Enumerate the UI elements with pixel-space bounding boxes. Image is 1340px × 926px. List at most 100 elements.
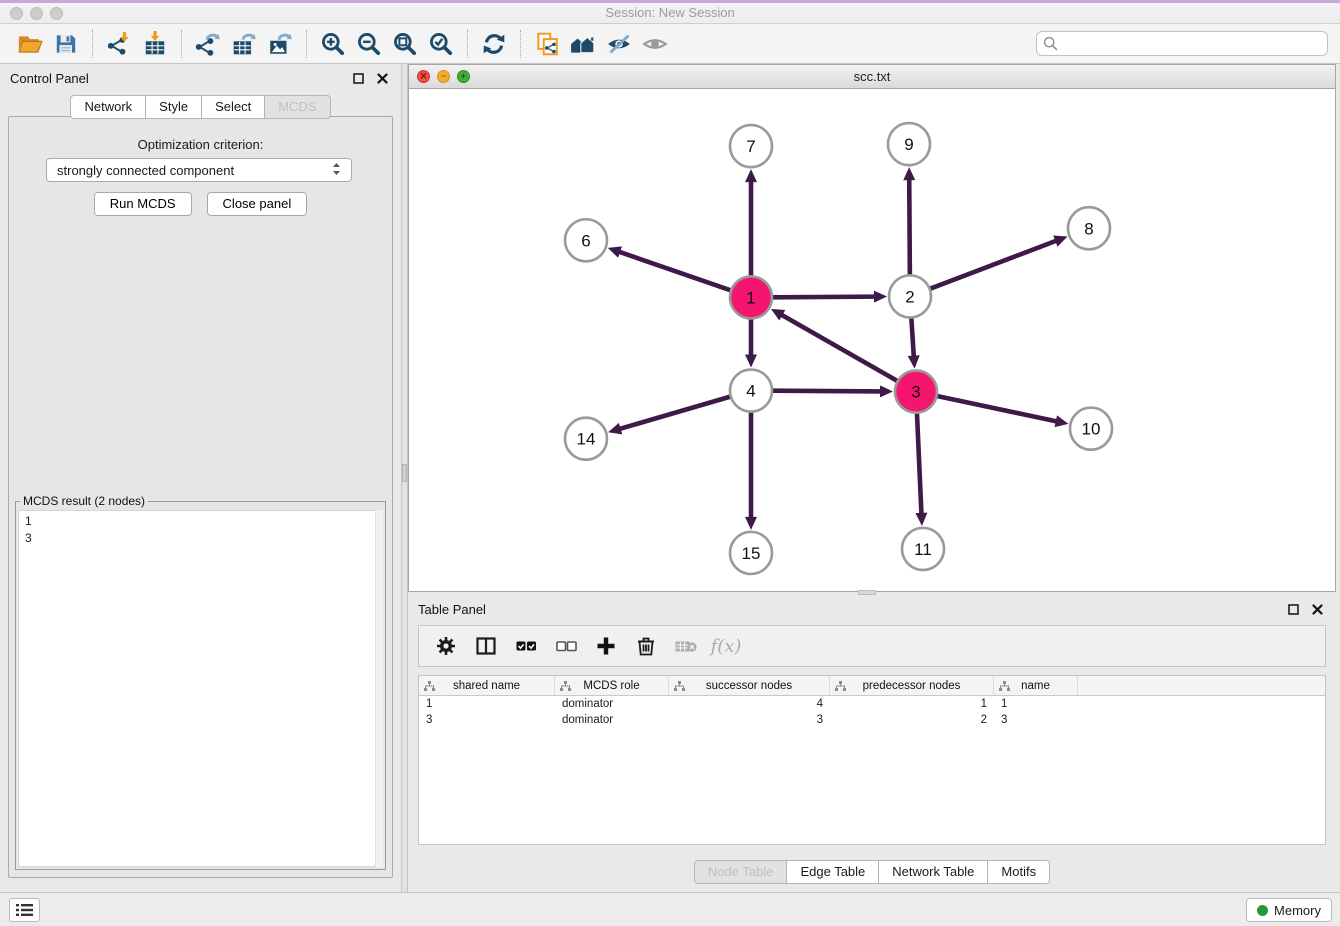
table-row[interactable]: 1dominator411 — [419, 696, 1325, 712]
graph-node-11[interactable]: 11 — [902, 528, 944, 570]
vertical-splitter[interactable] — [401, 64, 408, 892]
edge-2-8[interactable] — [931, 240, 1058, 288]
graph-node-15[interactable]: 15 — [730, 532, 772, 574]
close-panel-button[interactable]: Close panel — [207, 192, 308, 216]
export-image-button[interactable] — [264, 28, 296, 60]
zoom-in-button[interactable] — [317, 28, 349, 60]
table-cell[interactable]: 3 — [994, 714, 1078, 726]
mcds-result-title: MCDS result (2 nodes) — [20, 494, 148, 508]
tab-edge-table[interactable]: Edge Table — [786, 860, 879, 884]
svg-text:3: 3 — [911, 383, 920, 402]
graph-node-8[interactable]: 8 — [1068, 207, 1110, 249]
save-session-button[interactable] — [50, 28, 82, 60]
column-header-name[interactable]: name — [994, 676, 1078, 695]
memory-button[interactable]: Memory — [1246, 898, 1332, 922]
table-row[interactable]: 3dominator323 — [419, 712, 1325, 728]
export-network-button[interactable] — [192, 28, 224, 60]
control-panel-header: Control Panel — [0, 64, 401, 92]
graph-node-2[interactable]: 2 — [889, 275, 931, 317]
toolbar-separator — [92, 30, 93, 58]
edge-1-2[interactable] — [773, 297, 876, 298]
graph-node-6[interactable]: 6 — [565, 219, 607, 261]
splitter-grip[interactable] — [402, 464, 407, 482]
tab-select[interactable]: Select — [201, 95, 265, 119]
control-panel: Control Panel NetworkStyleSelectMCDS Opt… — [0, 64, 401, 892]
edge-arrow-3-10 — [1055, 415, 1069, 427]
edge-2-3[interactable] — [911, 318, 913, 357]
zoom-fit-button[interactable] — [389, 28, 421, 60]
edge-3-10[interactable] — [938, 396, 1058, 421]
close-panel-icon[interactable] — [1308, 601, 1326, 617]
select-all-button[interactable] — [511, 631, 541, 661]
table-cell[interactable]: dominator — [555, 714, 669, 726]
graph-node-9[interactable]: 9 — [888, 123, 930, 165]
refresh-button[interactable] — [478, 28, 510, 60]
show-all-button[interactable] — [639, 28, 671, 60]
network-graph[interactable]: 7 9 6 8 1 2 4 3 14 10 15 11 — [409, 89, 1335, 591]
new-network-from-selection-button[interactable] — [531, 28, 563, 60]
edge-arrow-4-3 — [880, 385, 893, 397]
delete-row-button[interactable] — [631, 631, 661, 661]
tab-node-table[interactable]: Node Table — [694, 860, 788, 884]
graph-node-3[interactable]: 3 — [895, 371, 937, 413]
edge-3-1[interactable] — [781, 314, 897, 380]
search-input[interactable] — [1036, 31, 1328, 56]
zoom-selected-button[interactable] — [425, 28, 457, 60]
table-cell[interactable]: 4 — [669, 698, 830, 710]
tab-mcds[interactable]: MCDS — [264, 95, 330, 119]
maximize-network-button[interactable]: + — [457, 70, 470, 83]
table-cell[interactable]: dominator — [555, 698, 669, 710]
close-network-button[interactable]: ✕ — [417, 70, 430, 83]
export-table-button[interactable] — [228, 28, 260, 60]
tab-network[interactable]: Network — [70, 95, 146, 119]
first-neighbors-button[interactable] — [567, 28, 599, 60]
settings-button[interactable] — [431, 631, 461, 661]
graph-node-14[interactable]: 14 — [565, 418, 607, 460]
import-network-button[interactable] — [103, 28, 135, 60]
table-cell[interactable]: 2 — [830, 714, 994, 726]
edge-4-14[interactable] — [619, 397, 730, 429]
network-window-titlebar[interactable]: ✕ − + scc.txt — [408, 64, 1336, 89]
node-table[interactable]: shared nameMCDS rolesuccessor nodesprede… — [418, 675, 1326, 845]
column-header-shared-name[interactable]: shared name — [419, 676, 555, 695]
close-panel-icon[interactable] — [373, 70, 391, 86]
edge-2-9[interactable] — [909, 178, 910, 274]
open-file-button[interactable] — [14, 28, 46, 60]
mcds-result-list[interactable]: 1 3 — [18, 510, 383, 867]
table-cell[interactable]: 1 — [830, 698, 994, 710]
add-row-button[interactable] — [591, 631, 621, 661]
column-header-predecessor-nodes[interactable]: predecessor nodes — [830, 676, 994, 695]
float-panel-icon[interactable] — [349, 70, 367, 86]
tab-network-table[interactable]: Network Table — [878, 860, 988, 884]
import-table-button[interactable] — [139, 28, 171, 60]
graph-node-10[interactable]: 10 — [1070, 408, 1112, 450]
graph-node-1[interactable]: 1 — [730, 276, 772, 318]
network-canvas[interactable]: 7 9 6 8 1 2 4 3 14 10 15 11 — [408, 89, 1336, 592]
tab-style[interactable]: Style — [145, 95, 202, 119]
edge-1-6[interactable] — [618, 251, 730, 290]
column-header-MCDS-role[interactable]: MCDS role — [555, 676, 669, 695]
deselect-all-button[interactable] — [551, 631, 581, 661]
minimize-network-button[interactable]: − — [437, 70, 450, 83]
column-header-successor-nodes[interactable]: successor nodes — [669, 676, 830, 695]
column-type-icon — [424, 681, 435, 692]
result-scrollbar[interactable] — [375, 510, 383, 867]
table-cell[interactable]: 3 — [669, 714, 830, 726]
table-header-row: shared nameMCDS rolesuccessor nodesprede… — [419, 676, 1325, 696]
optimization-criterion-dropdown[interactable]: strongly connected component — [46, 158, 352, 182]
tab-motifs[interactable]: Motifs — [987, 860, 1050, 884]
float-panel-icon[interactable] — [1284, 601, 1302, 617]
edge-arrow-2-3 — [908, 355, 920, 368]
edge-4-3[interactable] — [773, 391, 882, 392]
table-cell[interactable]: 1 — [419, 698, 555, 710]
zoom-out-button[interactable] — [353, 28, 385, 60]
columns-button[interactable] — [471, 631, 501, 661]
edge-3-11[interactable] — [917, 414, 922, 515]
task-history-button[interactable] — [9, 898, 40, 922]
hide-selected-button[interactable] — [603, 28, 635, 60]
run-mcds-button[interactable]: Run MCDS — [94, 192, 192, 216]
graph-node-4[interactable]: 4 — [730, 370, 772, 412]
table-cell[interactable]: 1 — [994, 698, 1078, 710]
graph-node-7[interactable]: 7 — [730, 125, 772, 167]
table-cell[interactable]: 3 — [419, 714, 555, 726]
